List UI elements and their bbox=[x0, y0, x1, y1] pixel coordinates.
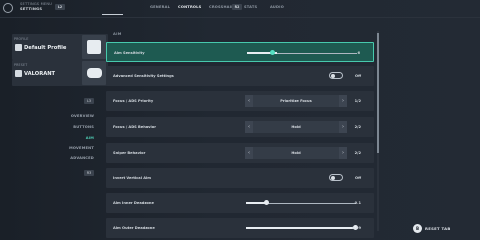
setting-label: Sniper Behavior bbox=[113, 151, 146, 155]
reset-tab-label: RESET TAB bbox=[425, 226, 451, 231]
profile-dot-icon bbox=[15, 44, 22, 51]
slider-knob[interactable] bbox=[264, 200, 269, 205]
tab-crosshair[interactable]: CROSSHAIR bbox=[209, 5, 234, 9]
gamepad-icon bbox=[82, 61, 106, 85]
tab-controls[interactable]: CONTROLS bbox=[178, 5, 201, 9]
option-selector[interactable]: ‹ Hold › bbox=[245, 147, 347, 159]
tab-stats[interactable]: STATS bbox=[244, 5, 257, 9]
setting-label: Invert Vertical Aim bbox=[113, 176, 151, 180]
setting-row-focus-ads-behavior[interactable]: Focus / ADS Behavior ‹ Hold › 2/2 bbox=[106, 117, 374, 137]
chevron-left-icon[interactable]: ‹ bbox=[245, 95, 253, 107]
nav-up-key[interactable]: L3 bbox=[84, 98, 94, 104]
chevron-right-icon[interactable]: › bbox=[339, 147, 347, 159]
toggle-switch[interactable] bbox=[329, 174, 343, 181]
sidebar-item-movement[interactable]: MOVEMENT bbox=[69, 146, 94, 150]
breadcrumb: SETTINGS MENU SETTINGS bbox=[20, 2, 52, 12]
back-arrow-icon[interactable] bbox=[3, 3, 13, 13]
selector-option: Hold bbox=[291, 151, 301, 155]
slider-knob[interactable] bbox=[270, 50, 275, 55]
page-title: SETTINGS bbox=[20, 7, 43, 11]
setting-row-aim-sensitivity[interactable]: Aim Sensitivity 6 bbox=[106, 42, 374, 62]
setting-label: Aim Outer Deadzone bbox=[113, 226, 155, 230]
prev-tab-key[interactable]: L2 bbox=[55, 4, 65, 10]
header-divider bbox=[0, 17, 480, 18]
preset-name: VALORANT bbox=[24, 70, 56, 77]
option-selector[interactable]: ‹ Hold › bbox=[245, 121, 347, 133]
button-b-icon: B bbox=[413, 224, 422, 233]
setting-label: Focus / ADS Behavior bbox=[113, 125, 157, 129]
setting-row-focus-ads-priority[interactable]: Focus / ADS Priority ‹ Prioritize Focus … bbox=[106, 91, 374, 111]
selector-option: Hold bbox=[291, 125, 301, 129]
profile-value: Default Profile bbox=[15, 44, 66, 51]
toggle-switch[interactable] bbox=[329, 72, 343, 79]
sidebar-item-advanced[interactable]: ADVANCED bbox=[70, 156, 94, 160]
sidebar-item-buttons[interactable]: BUTTONS bbox=[73, 125, 94, 129]
preset-label: PRESET bbox=[14, 63, 28, 67]
setting-label: Focus / ADS Priority bbox=[113, 99, 154, 103]
profile-card[interactable]: PROFILE Default Profile bbox=[12, 34, 108, 60]
preset-value: VALORANT bbox=[15, 70, 55, 77]
setting-row-invert-vertical-aim[interactable]: Invert Vertical Aim Off bbox=[106, 168, 374, 188]
setting-value: 2/2 bbox=[354, 125, 361, 129]
setting-value: 1/2 bbox=[354, 99, 361, 103]
setting-value: 2/2 bbox=[354, 151, 361, 155]
setting-value: 0.1 bbox=[354, 201, 361, 205]
preset-dot-icon bbox=[15, 70, 22, 77]
setting-value: Off bbox=[355, 176, 361, 180]
profile-label: PROFILE bbox=[14, 37, 29, 41]
sidebar-item-aim[interactable]: AIM bbox=[86, 136, 94, 140]
slider-fill bbox=[246, 227, 355, 229]
setting-label: Aim Inner Deadzone bbox=[113, 201, 154, 205]
reset-tab-button[interactable]: B RESET TAB bbox=[413, 224, 451, 233]
preset-card[interactable]: PRESET VALORANT bbox=[12, 60, 108, 86]
agent-emblem-icon bbox=[82, 35, 106, 59]
nav-down-key[interactable]: R3 bbox=[84, 170, 94, 176]
tab-general[interactable]: GENERAL bbox=[150, 5, 170, 9]
chevron-left-icon[interactable]: ‹ bbox=[245, 147, 253, 159]
profile-name: Default Profile bbox=[24, 44, 67, 51]
setting-row-aim-outer-deadzone[interactable]: Aim Outer Deadzone 0.99 bbox=[106, 218, 374, 238]
setting-value: Off bbox=[355, 74, 361, 78]
top-bar: SETTINGS MENU SETTINGS L2 GENERAL CONTRO… bbox=[0, 0, 480, 16]
setting-row-sniper-behavior[interactable]: Sniper Behavior ‹ Hold › 2/2 bbox=[106, 143, 374, 163]
setting-label: Advanced Sensitivity Settings bbox=[113, 74, 174, 78]
chevron-left-icon[interactable]: ‹ bbox=[245, 121, 253, 133]
next-tab-key[interactable]: R2 bbox=[232, 4, 242, 10]
tab-audio[interactable]: AUDIO bbox=[270, 5, 284, 9]
setting-row-advanced-sensitivity[interactable]: Advanced Sensitivity Settings Off bbox=[106, 66, 374, 86]
chevron-right-icon[interactable]: › bbox=[339, 121, 347, 133]
slider-fill bbox=[246, 202, 266, 204]
scrollbar-thumb[interactable] bbox=[377, 33, 379, 153]
setting-value: 6 bbox=[357, 51, 360, 55]
option-selector[interactable]: ‹ Prioritize Focus › bbox=[245, 95, 347, 107]
selector-option: Prioritize Focus bbox=[280, 99, 312, 103]
setting-label: Aim Sensitivity bbox=[114, 51, 145, 55]
active-tab-underline bbox=[102, 14, 123, 15]
setting-value: 0.99 bbox=[352, 226, 361, 230]
chevron-right-icon[interactable]: › bbox=[338, 95, 347, 107]
section-title: AIM bbox=[113, 32, 122, 36]
setting-row-aim-inner-deadzone[interactable]: Aim Inner Deadzone 0.1 bbox=[106, 193, 374, 213]
sidebar-item-overview[interactable]: OVERVIEW bbox=[71, 114, 94, 118]
